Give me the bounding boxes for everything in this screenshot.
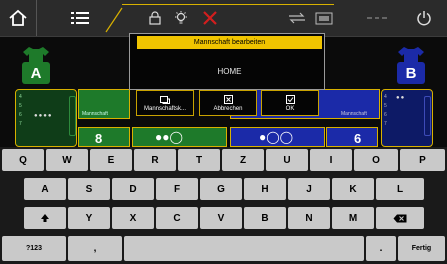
key-l[interactable]: L — [376, 178, 424, 200]
team-icon — [160, 96, 170, 104]
team-b-player-panel[interactable]: 4 5 6 7 ●● — [381, 89, 433, 147]
shift-icon — [41, 214, 49, 222]
key-k[interactable]: K — [332, 178, 374, 200]
period-key[interactable]: . — [366, 236, 396, 261]
key-r[interactable]: R — [134, 149, 176, 171]
key-u[interactable]: U — [266, 149, 308, 171]
key-p[interactable]: P — [400, 149, 445, 171]
comma-key[interactable]: , — [68, 236, 122, 261]
team-a-score: 8 — [95, 131, 103, 146]
space-key[interactable] — [124, 236, 364, 261]
settings-button[interactable] — [313, 0, 335, 36]
team-a-dots: ●●●● — [34, 113, 53, 119]
key-i[interactable]: I — [310, 149, 352, 171]
team-a-player-panel[interactable]: 4 5 6 7 ●●●● — [15, 89, 77, 147]
team-b-timeouts[interactable]: ●◯◯ — [230, 127, 325, 147]
shift-key[interactable] — [24, 207, 66, 229]
team-card-button[interactable]: Mannschaftsk... — [136, 90, 194, 116]
key-m[interactable]: M — [332, 207, 374, 229]
team-b-label: Mannschaft — [341, 111, 367, 117]
connection-icon — [367, 17, 387, 19]
backspace-key[interactable] — [376, 207, 424, 229]
key-w[interactable]: W — [46, 149, 88, 171]
team-card-label: Mannschaftsk... — [143, 106, 187, 112]
cancel-button[interactable]: Abbrechen — [199, 90, 257, 116]
menu-button[interactable] — [66, 0, 94, 36]
bulb-icon — [175, 11, 187, 24]
team-a-score-panel[interactable]: 8 — [78, 127, 130, 147]
team-a-name-panel[interactable]: Mannschaft — [78, 89, 130, 119]
key-t[interactable]: T — [178, 149, 220, 171]
key-n[interactable]: N — [288, 207, 330, 229]
toolbar-divider — [36, 0, 37, 36]
key-c[interactable]: C — [156, 207, 198, 229]
key-x[interactable]: X — [112, 207, 154, 229]
symbols-key[interactable]: ?123 — [2, 236, 66, 261]
key-v[interactable]: V — [200, 207, 242, 229]
key-y[interactable]: Y — [68, 207, 110, 229]
timeout-dots-b: ●◯◯ — [259, 130, 294, 144]
team-a-row: 4 — [19, 94, 22, 100]
transfer-icon — [289, 12, 305, 24]
cancel-x-button[interactable] — [199, 0, 221, 36]
key-h[interactable]: H — [244, 178, 286, 200]
team-b-row: 4 — [384, 94, 387, 100]
backspace-icon — [393, 214, 407, 222]
transfer-button[interactable] — [286, 0, 308, 36]
top-toolbar — [0, 0, 447, 37]
team-a-timeouts[interactable]: ●●◯ — [132, 127, 227, 147]
team-b-scrollbar[interactable] — [424, 96, 431, 136]
ok-button[interactable]: OK — [261, 90, 319, 116]
power-icon — [417, 11, 431, 26]
cancel-x-icon — [203, 11, 217, 25]
bulb-button[interactable] — [171, 0, 191, 36]
lock-button[interactable] — [145, 0, 165, 36]
key-j[interactable]: J — [288, 178, 330, 200]
cancel-icon — [223, 95, 233, 104]
key-q[interactable]: Q — [2, 149, 44, 171]
team-b-row: 7 — [384, 121, 387, 127]
home-icon — [9, 9, 27, 26]
key-g[interactable]: G — [200, 178, 242, 200]
ok-label: OK — [285, 106, 295, 112]
key-f[interactable]: F — [156, 178, 198, 200]
list-icon — [71, 12, 89, 24]
tab-slant-line — [105, 7, 123, 33]
cancel-label: Abbrechen — [213, 106, 243, 112]
team-b-score-panel[interactable]: 6 — [326, 127, 378, 147]
dialog-title: Mannschaft bearbeiten — [137, 36, 322, 49]
team-a-badge[interactable]: A — [22, 62, 50, 84]
team-a-scrollbar[interactable] — [69, 96, 76, 136]
key-s[interactable]: S — [68, 178, 110, 200]
key-b[interactable]: B — [244, 207, 286, 229]
timeout-dots-a: ●●◯ — [155, 130, 183, 144]
key-o[interactable]: O — [354, 149, 398, 171]
team-a-row: 7 — [19, 121, 22, 127]
team-a-row: 6 — [19, 112, 22, 118]
team-b-row: 5 — [384, 103, 387, 109]
team-b-score: 6 — [354, 131, 362, 146]
team-a-row: 5 — [19, 103, 22, 109]
home-button[interactable] — [0, 0, 36, 36]
power-button[interactable] — [410, 0, 438, 36]
team-name-value[interactable]: HOME — [137, 56, 322, 86]
team-b-badge[interactable]: B — [397, 62, 425, 84]
check-icon — [285, 95, 295, 104]
team-b-dots: ●● — [396, 95, 406, 101]
key-e[interactable]: E — [90, 149, 132, 171]
done-key[interactable]: Fertig — [398, 236, 445, 261]
settings-icon — [315, 12, 333, 24]
team-b-row: 6 — [384, 112, 387, 118]
key-a[interactable]: A — [24, 178, 66, 200]
team-a-label: Mannschaft — [82, 111, 108, 117]
lock-icon — [149, 11, 161, 25]
key-z[interactable]: Z — [222, 149, 264, 171]
key-d[interactable]: D — [112, 178, 154, 200]
connection-status — [357, 0, 397, 36]
on-screen-keyboard: Q W E R T Z U I O P A S D F G H J K L Y … — [0, 147, 447, 264]
